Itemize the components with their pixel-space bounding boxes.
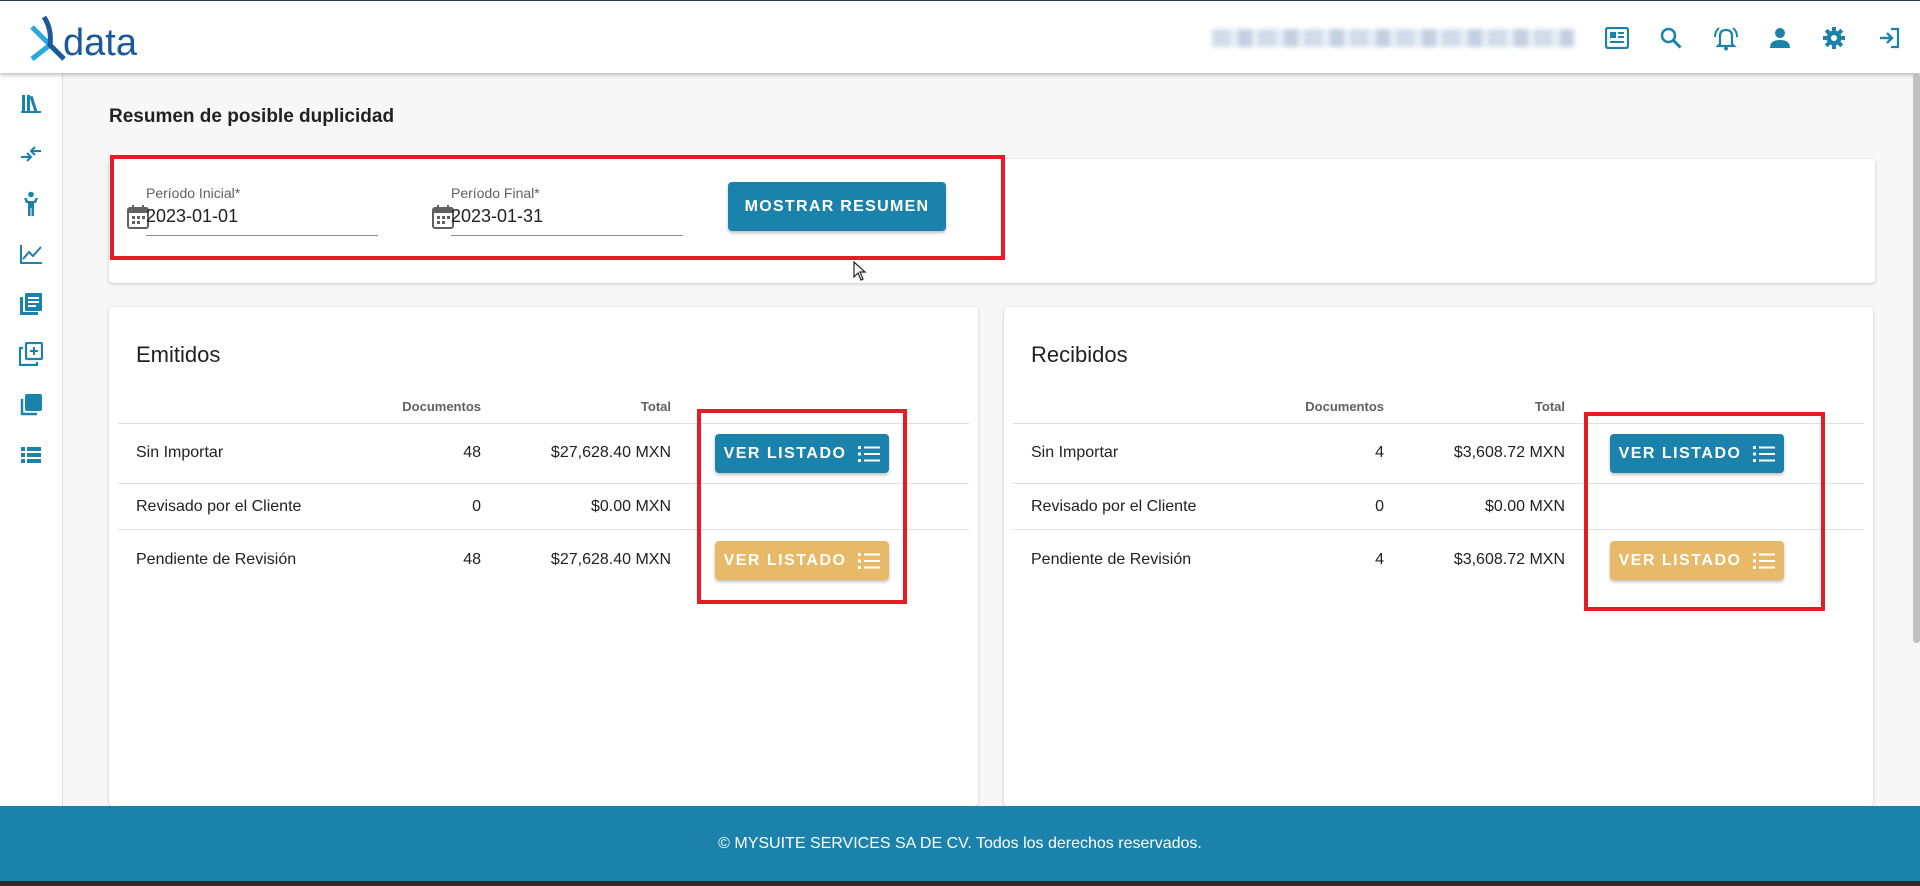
start-date-value[interactable]: 2023-01-01 <box>146 206 238 227</box>
user-icon[interactable] <box>1765 23 1795 53</box>
row-total: $0.00 MXN <box>590 498 671 515</box>
ver-listado-button[interactable]: VER LISTADO <box>1610 541 1784 580</box>
end-date-value[interactable]: 2023-01-31 <box>451 206 543 227</box>
row-total: $0.00 MXN <box>1484 498 1565 515</box>
row-docs: 4 <box>1375 551 1384 568</box>
line-chart-icon[interactable] <box>16 239 46 269</box>
row-label: Pendiente de Revisión <box>136 551 297 568</box>
end-date-field[interactable]: Período Final* 2023-01-31 <box>414 185 714 241</box>
row-label: Sin Importar <box>1031 444 1119 461</box>
col-header-docs: Documentos <box>402 399 481 414</box>
notification-bell-icon[interactable] <box>1711 23 1741 53</box>
col-header-total: Total <box>640 399 671 414</box>
table-row: Revisado por el Cliente 0 $0.00 MXN <box>118 483 969 529</box>
row-total: $27,628.40 MXN <box>550 551 671 568</box>
table-row: Revisado por el Cliente 0 $0.00 MXN <box>1013 483 1864 529</box>
search-icon[interactable] <box>1656 23 1686 53</box>
row-label: Sin Importar <box>136 444 224 461</box>
start-date-field[interactable]: Período Inicial* 2023-01-01 <box>109 185 409 241</box>
button-label: VER LISTADO <box>723 551 847 569</box>
table-row: Pendiente de Revisión 48 $27,628.40 MXN … <box>118 529 969 589</box>
page-scrollbar[interactable] <box>1913 73 1920 643</box>
emitidos-title: Emitidos <box>136 342 221 367</box>
accessibility-icon[interactable] <box>16 189 46 219</box>
ver-listado-button[interactable]: VER LISTADO <box>715 434 889 473</box>
list-icon <box>858 552 881 569</box>
sidebar <box>0 73 63 806</box>
table-row: Pendiente de Revisión 4 $3,608.72 MXN VE… <box>1013 529 1864 589</box>
logo-text: data <box>63 22 138 61</box>
row-label: Revisado por el Cliente <box>1031 498 1197 515</box>
recibidos-card: Recibidos Documentos Total Sin Importar … <box>1004 307 1873 806</box>
emitidos-card: Emitidos Documentos Total Sin Importar 4… <box>109 307 978 806</box>
user-name-redacted <box>1212 29 1574 47</box>
button-label: VER LISTADO <box>1618 444 1742 462</box>
compare-arrows-icon[interactable] <box>16 139 46 169</box>
row-label: Pendiente de Revisión <box>1031 551 1192 568</box>
list-view-icon[interactable] <box>16 440 46 470</box>
table-row: Sin Importar 4 $3,608.72 MXN VER LISTADO <box>1013 423 1864 483</box>
table-row: Sin Importar 48 $27,628.40 MXN VER LISTA… <box>118 423 969 483</box>
ver-listado-button[interactable]: VER LISTADO <box>715 541 889 580</box>
button-label: VER LISTADO <box>723 444 847 462</box>
settings-gear-icon[interactable] <box>1819 23 1849 53</box>
page-title: Resumen de posible duplicidad <box>109 106 395 127</box>
row-docs: 4 <box>1375 444 1384 461</box>
duplicate-icon[interactable] <box>16 339 46 369</box>
row-docs: 0 <box>472 498 481 515</box>
ver-listado-button[interactable]: VER LISTADO <box>1610 434 1784 473</box>
start-date-label: Período Inicial* <box>146 185 241 201</box>
xdata-logo[interactable]: data <box>30 15 160 64</box>
footer: © MYSUITE SERVICES SA DE CV. Todos los d… <box>0 806 1920 881</box>
button-label: VER LISTADO <box>1618 551 1742 569</box>
list-icon <box>1753 445 1776 462</box>
row-total: $27,628.40 MXN <box>550 444 671 461</box>
documents-icon[interactable] <box>16 289 46 319</box>
recibidos-title: Recibidos <box>1031 342 1128 367</box>
copyright-text: © MYSUITE SERVICES SA DE CV. Todos los d… <box>718 834 1202 852</box>
row-docs: 48 <box>463 551 481 568</box>
row-docs: 0 <box>1375 498 1384 515</box>
list-icon <box>1753 552 1776 569</box>
show-summary-button[interactable]: MOSTRAR RESUMEN <box>728 182 946 231</box>
app-header: data <box>0 0 1920 73</box>
newspaper-icon[interactable] <box>1602 23 1632 53</box>
end-date-label: Período Final* <box>451 185 540 201</box>
col-header-docs: Documentos <box>1305 399 1384 414</box>
row-docs: 48 <box>463 444 481 461</box>
list-icon <box>858 445 881 462</box>
layers-icon[interactable] <box>16 390 46 420</box>
logout-icon[interactable] <box>1874 23 1904 53</box>
main-content: Resumen de posible duplicidad Período In… <box>63 73 1920 806</box>
row-total: $3,608.72 MXN <box>1453 551 1565 568</box>
row-label: Revisado por el Cliente <box>136 498 302 515</box>
filter-card: Período Inicial* 2023-01-01 Período Fina… <box>109 159 1875 283</box>
mouse-cursor-icon <box>853 261 867 281</box>
row-total: $3,608.72 MXN <box>1453 444 1565 461</box>
col-header-total: Total <box>1534 399 1565 414</box>
library-icon[interactable] <box>16 88 46 118</box>
